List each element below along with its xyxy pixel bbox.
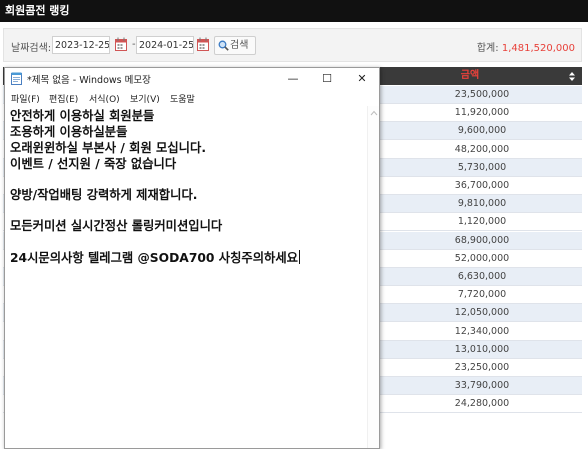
- amount-cell: 48,200,000: [454, 143, 510, 155]
- filter-bar: 날짜검색: - 검색 합계: 1,481,520,000: [0, 22, 588, 66]
- notepad-text-area[interactable]: 안전하게 이용하실 회원분들 조용하게 이용하실분들 오래윈윈하실 부본사 / …: [5, 106, 379, 448]
- total-label: 합계:: [476, 43, 499, 54]
- total-sum: 합계: 1,481,520,000: [477, 39, 575, 54]
- menu-view[interactable]: 보기(V): [130, 92, 160, 105]
- amount-cell: 12,050,000: [454, 307, 510, 319]
- total-amount: 1,481,520,000: [501, 43, 575, 54]
- text-line: 이벤트 / 선지원 / 죽장 없습니다: [10, 157, 177, 171]
- amount-cell: 9,810,000: [457, 198, 507, 210]
- amount-cell: 23,500,000: [454, 89, 510, 100]
- amount-cell: 13,010,000: [454, 343, 510, 355]
- text-line: 양방/작업배팅 강력하게 제재합니다.: [10, 188, 198, 202]
- search-button-label: 검색: [230, 40, 249, 51]
- start-date-input[interactable]: [52, 36, 110, 54]
- text-line: 모든커미션 실시간정산 롤링커미션입니다: [10, 219, 223, 233]
- date-search-label: 날짜검색:: [11, 43, 52, 54]
- close-button[interactable]: ✕: [345, 68, 379, 89]
- amount-cell: 24,280,000: [454, 398, 510, 410]
- amount-cell: 33,790,000: [454, 380, 510, 392]
- notepad-title-bar[interactable]: *제목 없음 - Windows 메모장 — ☐ ✕: [5, 68, 379, 89]
- search-button[interactable]: 검색: [214, 36, 256, 55]
- search-icon: [218, 40, 229, 51]
- amount-cell: 23,250,000: [454, 362, 510, 373]
- notepad-window[interactable]: *제목 없음 - Windows 메모장 — ☐ ✕ 파일(F) 편집(E) 서…: [4, 67, 380, 449]
- scroll-up-arrow-icon[interactable]: [370, 110, 378, 116]
- amount-cell: 9,600,000: [457, 125, 507, 137]
- end-date-input[interactable]: [136, 36, 194, 54]
- calendar-icon[interactable]: [197, 37, 209, 51]
- sort-icon[interactable]: [569, 72, 575, 81]
- notepad-title: *제목 없음 - Windows 메모장: [27, 75, 151, 86]
- amount-cell: 68,900,000: [454, 234, 510, 246]
- notepad-menu-bar: 파일(F) 편집(E) 서식(O) 보기(V) 도움말: [5, 89, 379, 106]
- filter-box: 날짜검색: - 검색 합계: 1,481,520,000: [3, 28, 582, 62]
- page-title: 회원콤전 랭킹: [0, 0, 588, 22]
- text-line: 24시문의사항 텔레그램 @SODA700 사칭주의하세요: [10, 251, 298, 265]
- amount-cell: 5,730,000: [457, 161, 507, 173]
- notepad-icon: [11, 72, 22, 85]
- amount-column-header[interactable]: 금액: [379, 67, 561, 85]
- amount-cell: 1,120,000: [457, 216, 507, 228]
- text-caret: [298, 250, 300, 264]
- vertical-scrollbar[interactable]: [367, 106, 379, 448]
- amount-cell: 52,000,000: [454, 252, 510, 264]
- menu-file[interactable]: 파일(F): [11, 92, 40, 105]
- amount-cell: 7,720,000: [457, 289, 507, 301]
- minimize-button[interactable]: —: [276, 68, 310, 89]
- calendar-icon[interactable]: [115, 37, 127, 51]
- text-line-last: 24시문의사항 텔레그램 @SODA700 사칭주의하세요: [10, 248, 300, 266]
- maximize-button[interactable]: ☐: [310, 68, 344, 89]
- menu-help[interactable]: 도움말: [170, 92, 195, 105]
- menu-edit[interactable]: 편집(E): [49, 92, 78, 105]
- amount-cell: 36,700,000: [454, 180, 510, 191]
- amount-cell: 12,340,000: [454, 325, 510, 337]
- menu-format[interactable]: 서식(O): [89, 92, 120, 105]
- amount-cell: 6,630,000: [457, 271, 507, 282]
- amount-cell: 11,920,000: [454, 107, 510, 119]
